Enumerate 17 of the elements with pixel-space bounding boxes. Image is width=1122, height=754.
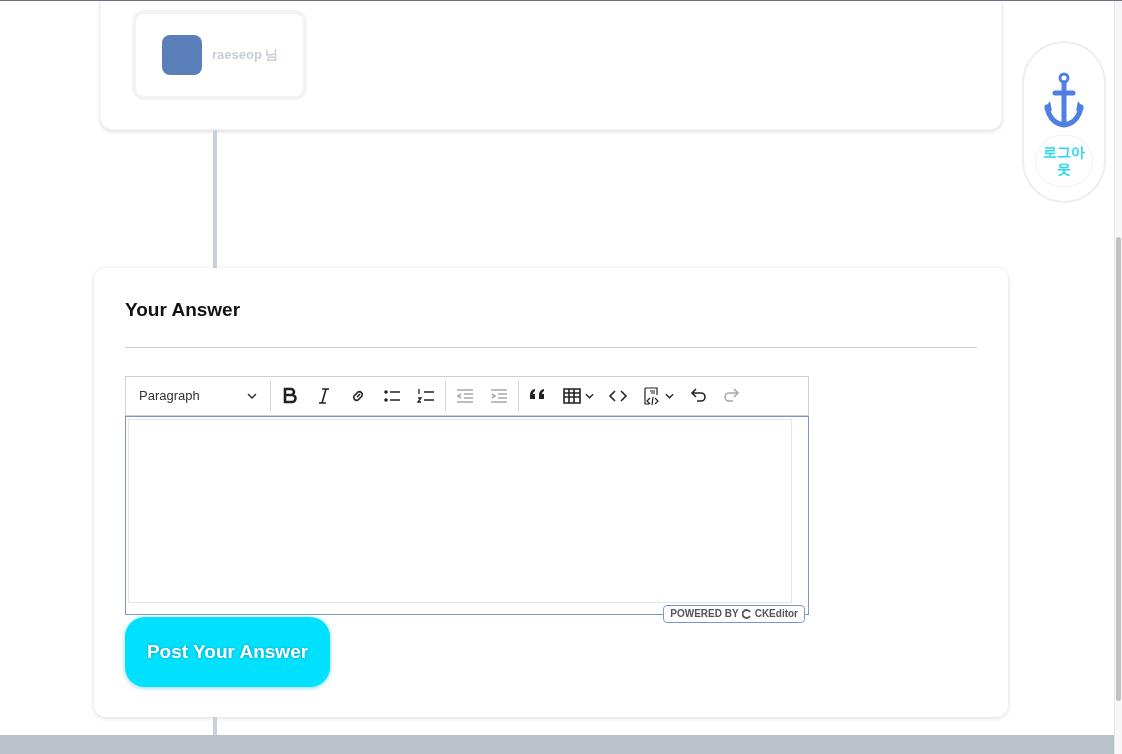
table-icon: [562, 386, 582, 406]
author-name: raeseop 님: [212, 46, 279, 65]
anchor-icon[interactable]: [1044, 71, 1084, 129]
powered-by-text: POWERED BY: [670, 608, 739, 620]
scrollbar-thumb[interactable]: [1116, 237, 1121, 701]
section-title: Your Answer: [125, 298, 242, 320]
caret-icon: [247, 393, 257, 399]
indent-icon: [489, 386, 509, 406]
caret-icon: [585, 393, 594, 399]
powered-by-badge[interactable]: POWERED BY CKEditor: [663, 605, 805, 623]
brand-text: CKEditor: [754, 608, 798, 620]
caret-icon: [665, 393, 674, 399]
outdent-icon: [455, 386, 475, 406]
avatar-placeholder: [162, 35, 202, 75]
logo-icon: [741, 609, 752, 619]
paragraph-dropdown[interactable]: Paragraph: [128, 380, 268, 412]
numbered-list-icon: [416, 386, 436, 406]
